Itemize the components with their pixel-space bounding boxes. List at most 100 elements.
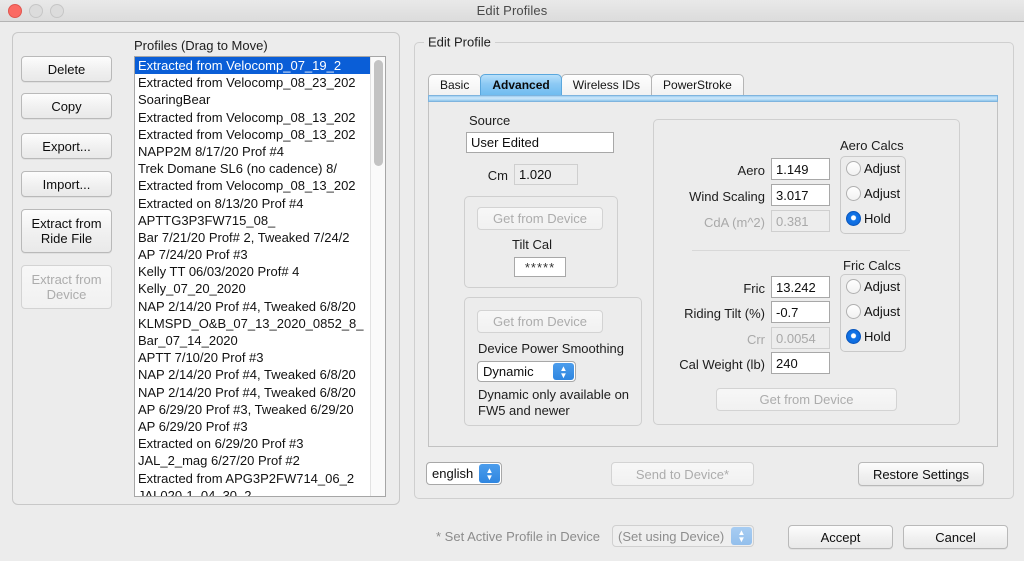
tilt-cal-label: Tilt Cal: [512, 237, 552, 252]
fric-adjust-radio-1[interactable]: Adjust: [846, 279, 900, 294]
power-smoothing-label: Device Power Smoothing: [478, 341, 624, 356]
fric-get-from-device-button: Get from Device: [716, 388, 897, 411]
list-item[interactable]: Extracted from Velocomp_08_13_202: [135, 126, 370, 143]
radio-selected-icon: [846, 329, 861, 344]
extract-from-ride-file-button[interactable]: Extract from Ride File: [21, 209, 112, 253]
tab-strip-highlight: [428, 95, 998, 102]
list-item[interactable]: NAP 2/14/20 Prof #4, Tweaked 6/8/20: [135, 384, 370, 401]
aero-adjust-radio-1-label: Adjust: [864, 161, 900, 176]
crr-field: 0.0054: [771, 327, 830, 349]
cancel-button[interactable]: Cancel: [903, 525, 1008, 549]
profiles-listbox[interactable]: Extracted from Velocomp_07_19_2Extracted…: [134, 56, 386, 497]
tab-powerstroke[interactable]: PowerStroke: [651, 74, 744, 95]
cm-label: Cm: [452, 168, 508, 183]
power-smoothing-note-line2: FW5 and newer: [478, 403, 570, 418]
fric-hold-radio-label: Hold: [864, 329, 891, 344]
list-item[interactable]: Extracted on 8/13/20 Prof #4: [135, 195, 370, 212]
list-item[interactable]: NAP 2/14/20 Prof #4, Tweaked 6/8/20: [135, 366, 370, 383]
language-select-arrows[interactable]: ▲▼: [479, 464, 500, 483]
restore-settings-button[interactable]: Restore Settings: [858, 462, 984, 486]
zoom-button[interactable]: [50, 4, 64, 18]
smoothing-get-from-device-button: Get from Device: [477, 310, 603, 333]
list-item[interactable]: Extracted on 6/29/20 Prof #3: [135, 435, 370, 452]
cal-weight-field[interactable]: 240: [771, 352, 830, 374]
power-smoothing-select[interactable]: Dynamic▲▼: [477, 361, 576, 382]
source-label: Source: [469, 113, 510, 128]
aero-hold-radio-label: Hold: [864, 211, 891, 226]
radio-unselected-icon: [846, 304, 861, 319]
fric-label: Fric: [650, 281, 765, 296]
tab-wireless-ids[interactable]: Wireless IDs: [561, 74, 652, 95]
fric-calcs-title: Fric Calcs: [843, 258, 901, 273]
cm-field[interactable]: 1.020: [514, 164, 578, 185]
list-item[interactable]: Trek Domane SL6 (no cadence) 8/: [135, 160, 370, 177]
list-item[interactable]: KLMSPD_O&B_07_13_2020_0852_8_: [135, 315, 370, 332]
list-item[interactable]: AP 7/24/20 Prof #3: [135, 246, 370, 263]
radio-unselected-icon: [846, 186, 861, 201]
list-item[interactable]: APTTG3P3FW715_08_: [135, 212, 370, 229]
list-item[interactable]: JAL020-1_04_30_2: [135, 487, 370, 497]
copy-button[interactable]: Copy: [21, 93, 112, 119]
aero-adjust-radio-2[interactable]: Adjust: [846, 186, 900, 201]
list-item[interactable]: Extracted from Velocomp_08_23_202: [135, 74, 370, 91]
profiles-list-label: Profiles (Drag to Move): [134, 38, 268, 53]
import-button[interactable]: Import...: [21, 171, 112, 197]
set-active-profile-label: * Set Active Profile in Device: [436, 529, 600, 544]
list-item[interactable]: NAP 2/14/20 Prof #4, Tweaked 6/8/20: [135, 298, 370, 315]
aero-label: Aero: [650, 163, 765, 178]
aero-adjust-radio-1[interactable]: Adjust: [846, 161, 900, 176]
wind-scaling-label: Wind Scaling: [650, 189, 765, 204]
list-item[interactable]: Bar_07_14_2020: [135, 332, 370, 349]
riding-tilt-label: Riding Tilt (%): [650, 306, 765, 321]
list-item[interactable]: JAL_2_mag 6/27/20 Prof #2: [135, 452, 370, 469]
radio-unselected-icon: [846, 279, 861, 294]
source-field[interactable]: User Edited: [466, 132, 614, 153]
fric-adjust-radio-1-label: Adjust: [864, 279, 900, 294]
aero-field[interactable]: 1.149: [771, 158, 830, 180]
list-item[interactable]: SoaringBear: [135, 91, 370, 108]
aero-hold-radio[interactable]: Hold: [846, 211, 891, 226]
fric-adjust-radio-2[interactable]: Adjust: [846, 304, 900, 319]
window-controls: [8, 4, 64, 18]
aero-calcs-radio-group: Adjust Adjust Hold: [840, 156, 906, 234]
tab-basic[interactable]: Basic: [428, 74, 481, 95]
aero-adjust-radio-2-label: Adjust: [864, 186, 900, 201]
list-item[interactable]: Extracted from APG3P2FW714_06_2: [135, 470, 370, 487]
language-select[interactable]: english▲▼: [426, 462, 502, 485]
radio-unselected-icon: [846, 161, 861, 176]
active-profile-select: (Set using Device)▲▼: [612, 525, 754, 547]
fric-field[interactable]: 13.242: [771, 276, 830, 298]
minimize-button[interactable]: [29, 4, 43, 18]
fric-calcs-radio-group: Adjust Adjust Hold: [840, 274, 906, 352]
list-item[interactable]: Bar 7/21/20 Prof# 2, Tweaked 7/24/2: [135, 229, 370, 246]
crr-label: Crr: [650, 332, 765, 347]
list-item[interactable]: Kelly_07_20_2020: [135, 280, 370, 297]
close-button[interactable]: [8, 4, 22, 18]
accept-button[interactable]: Accept: [788, 525, 893, 549]
wind-scaling-field[interactable]: 3.017: [771, 184, 830, 206]
window-titlebar: Edit Profiles: [0, 0, 1024, 22]
power-smoothing-select-arrows[interactable]: ▲▼: [553, 363, 574, 380]
delete-button[interactable]: Delete: [21, 56, 112, 82]
list-item[interactable]: Extracted from Velocomp_08_13_202: [135, 109, 370, 126]
profiles-scrollbar[interactable]: [370, 57, 385, 496]
list-item[interactable]: APTT 7/10/20 Prof #3: [135, 349, 370, 366]
radio-selected-icon: [846, 211, 861, 226]
fric-hold-radio[interactable]: Hold: [846, 329, 891, 344]
power-smoothing-note-line1: Dynamic only available on: [478, 387, 629, 402]
list-item[interactable]: Extracted from Velocomp_08_13_202: [135, 177, 370, 194]
export-button[interactable]: Export...: [21, 133, 112, 159]
extract-from-device-button: Extract from Device: [21, 265, 112, 309]
calcs-divider: [692, 250, 910, 251]
tilt-cal-field[interactable]: *****: [514, 257, 566, 277]
list-item[interactable]: AP 6/29/20 Prof #3: [135, 418, 370, 435]
riding-tilt-field[interactable]: -0.7: [771, 301, 830, 323]
list-item[interactable]: Kelly TT 06/03/2020 Prof# 4: [135, 263, 370, 280]
window-title: Edit Profiles: [477, 3, 548, 18]
profiles-scrollbar-thumb[interactable]: [374, 60, 383, 166]
list-item[interactable]: Extracted from Velocomp_07_19_2: [135, 57, 370, 74]
list-item[interactable]: NAPP2M 8/17/20 Prof #4: [135, 143, 370, 160]
list-item[interactable]: AP 6/29/20 Prof #3, Tweaked 6/29/20: [135, 401, 370, 418]
tab-advanced[interactable]: Advanced: [480, 74, 561, 95]
profiles-list-items: Extracted from Velocomp_07_19_2Extracted…: [135, 57, 370, 497]
